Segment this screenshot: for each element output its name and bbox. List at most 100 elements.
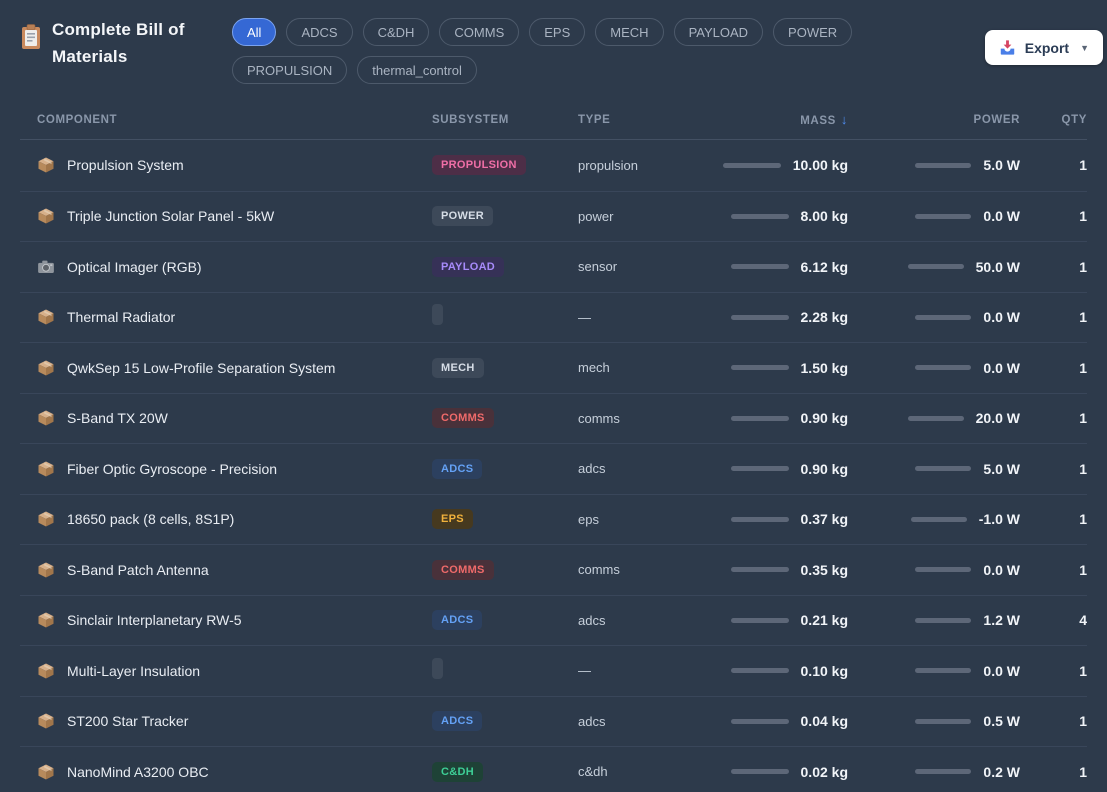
component-name: S-Band Patch Antenna [67, 561, 209, 578]
component-type: eps [578, 511, 599, 527]
power-bar [915, 718, 972, 724]
export-label: Export [1024, 39, 1070, 56]
column-header-power[interactable]: POWER [848, 114, 1020, 126]
filter-chip-label: All [247, 24, 262, 40]
table-row[interactable]: S-Band Patch Antenna COMMS comms 0.35 kg… [20, 544, 1087, 595]
filter-chip-c-dh[interactable]: C&DH [362, 18, 430, 46]
qty-value: 1 [1079, 713, 1087, 730]
table-row[interactable]: Triple Junction Solar Panel - 5kW POWER … [20, 190, 1087, 242]
power-bar [915, 567, 972, 573]
mass-value: 0.35 kg [800, 561, 848, 578]
power-bar [907, 264, 964, 270]
component-name: S-Band TX 20W [67, 410, 168, 427]
column-header-mass[interactable]: MASS ↓ [714, 112, 848, 127]
subsystem-badge [432, 304, 443, 326]
mass-bar [730, 415, 789, 421]
power-value: 1.2 W [983, 612, 1020, 629]
column-header-qty[interactable]: QTY [1020, 114, 1087, 126]
power-value: 0.0 W [983, 561, 1020, 578]
filter-chip-payload[interactable]: PAYLOAD [673, 18, 764, 46]
table-row[interactable]: Fiber Optic Gyroscope - Precision ADCS a… [20, 443, 1087, 494]
filter-chips: All ADCS C&DH COMMS EPS MECH PAYLOAD POW… [232, 16, 967, 84]
subsystem-badge: COMMS [432, 408, 494, 429]
qty-value: 1 [1079, 561, 1087, 578]
mass-bar [730, 718, 789, 724]
qty-value: 1 [1079, 309, 1087, 326]
filter-chip-label: C&DH [377, 24, 415, 40]
table-row[interactable]: QwkSep 15 Low-Profile Separation System … [20, 342, 1087, 393]
table-row[interactable]: Optical Imager (RGB) PAYLOAD sensor 6.12… [20, 241, 1087, 292]
component-type: power [578, 208, 614, 224]
page-header: Complete Bill of Materials All ADCS C&DH… [0, 0, 1107, 100]
subsystem-badge [432, 657, 443, 679]
mass-bar [722, 162, 781, 168]
filter-chip-thermal-control[interactable]: thermal_control [357, 56, 477, 84]
mass-bar [730, 365, 789, 371]
table-row[interactable]: Propulsion System PROPULSION propulsion … [20, 140, 1087, 191]
power-value: 0.5 W [983, 713, 1020, 730]
power-bar [915, 213, 972, 219]
filter-chip-adcs[interactable]: ADCS [286, 18, 353, 46]
qty-value: 1 [1079, 208, 1087, 225]
component-name: Thermal Radiator [67, 309, 176, 326]
table-body: Propulsion System PROPULSION propulsion … [20, 140, 1087, 792]
component-type: propulsion [578, 157, 638, 173]
export-button[interactable]: Export ▼ [984, 30, 1103, 65]
power-value: 0.2 W [983, 763, 1020, 780]
column-header-type[interactable]: TYPE [578, 114, 714, 126]
power-value: 0.0 W [983, 309, 1020, 326]
qty-value: 1 [1079, 359, 1087, 376]
component-name: ST200 Star Tracker [67, 713, 189, 730]
table-row[interactable]: S-Band TX 20W COMMS comms 0.90 kg 20.0 W… [20, 392, 1087, 444]
power-value: 0.0 W [983, 208, 1020, 225]
component-type: adcs [578, 713, 606, 729]
filter-chip-all[interactable]: All [232, 18, 277, 46]
power-value: 5.0 W [983, 157, 1020, 174]
power-bar [915, 365, 972, 371]
component-name: Propulsion System [67, 157, 184, 174]
filter-chip-propulsion[interactable]: PROPULSION [232, 56, 348, 84]
table-row[interactable]: Multi-Layer Insulation — 0.10 kg 0.0 W 1 [20, 645, 1087, 696]
mass-value: 0.10 kg [800, 662, 848, 679]
package-icon [37, 156, 55, 174]
filter-chip-power[interactable]: POWER [773, 18, 853, 46]
power-bar [915, 668, 972, 674]
table-row[interactable]: ST200 Star Tracker ADCS adcs 0.04 kg 0.5… [20, 695, 1087, 747]
filter-chip-label: ADCS [301, 24, 338, 40]
component-type: comms [578, 410, 620, 426]
filter-chip-eps[interactable]: EPS [529, 18, 586, 46]
component-type: mech [578, 360, 610, 376]
title-block: Complete Bill of Materials [20, 16, 212, 70]
package-icon [37, 611, 55, 629]
table-header-row: COMPONENT SUBSYSTEM TYPE MASS ↓ POWER QTY [20, 100, 1087, 140]
table-row[interactable]: Sinclair Interplanetary RW-5 ADCS adcs 0… [20, 594, 1087, 646]
power-bar [907, 415, 964, 421]
package-icon [37, 763, 55, 781]
qty-value: 1 [1079, 460, 1087, 477]
mass-value: 0.21 kg [800, 612, 848, 629]
package-icon [37, 308, 55, 326]
mass-value: 6.12 kg [800, 258, 848, 275]
column-header-component[interactable]: COMPONENT [20, 114, 432, 126]
power-bar [910, 516, 967, 522]
qty-value: 4 [1079, 612, 1087, 629]
filter-chip-label: POWER [788, 24, 838, 40]
filter-chip-comms[interactable]: COMMS [439, 18, 520, 46]
table-row[interactable]: Thermal Radiator — 2.28 kg 0.0 W 1 [20, 291, 1087, 343]
component-type: — [578, 309, 591, 325]
qty-value: 1 [1079, 763, 1087, 780]
package-icon [37, 207, 55, 225]
mass-value: 0.90 kg [800, 410, 848, 427]
component-name: Sinclair Interplanetary RW-5 [67, 612, 242, 629]
mass-bar [730, 668, 789, 674]
mass-value: 1.50 kg [800, 359, 848, 376]
table-row[interactable]: NanoMind A3200 OBC C&DH c&dh 0.02 kg 0.2… [20, 746, 1087, 792]
filter-chip-mech[interactable]: MECH [595, 18, 664, 46]
export-download-icon [999, 39, 1016, 56]
component-type: sensor [578, 259, 618, 275]
table-row[interactable]: 18650 pack (8 cells, 8S1P) EPS eps 0.37 … [20, 493, 1087, 545]
filter-chip-label: EPS [544, 24, 571, 40]
column-header-subsystem[interactable]: SUBSYSTEM [432, 114, 578, 126]
qty-value: 1 [1079, 511, 1087, 528]
power-value: 20.0 W [975, 410, 1020, 427]
